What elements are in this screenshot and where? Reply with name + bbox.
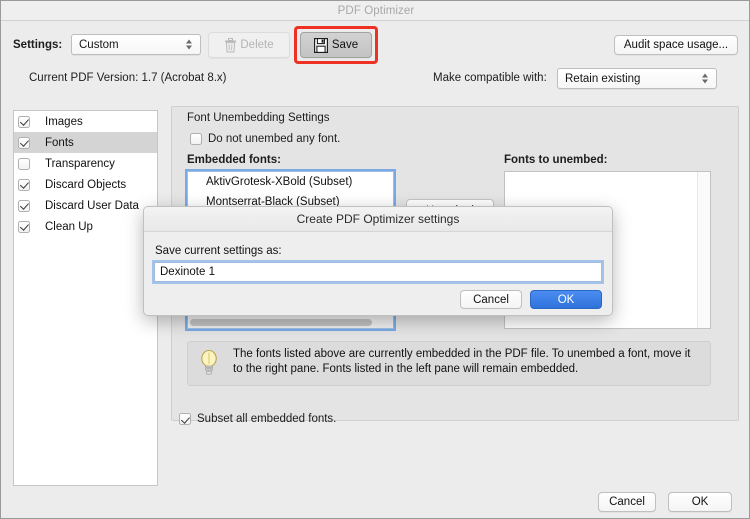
delete-button-label: Delete — [240, 39, 274, 51]
category-label: Discard Objects — [45, 178, 127, 191]
audit-space-usage-label: Audit space usage... — [623, 39, 729, 51]
category-item-discard-objects[interactable]: Discard Objects — [14, 174, 157, 195]
tip-text: The fonts listed above are currently emb… — [233, 348, 691, 375]
delete-button[interactable]: Delete — [208, 32, 290, 58]
trash-icon — [225, 37, 237, 52]
current-pdf-version-text: Current PDF Version: 1.7 (Acrobat 8.x) — [29, 72, 227, 84]
dialog-header: Create PDF Optimizer settings — [144, 207, 612, 232]
subset-all-fonts-row[interactable]: Subset all embedded fonts. — [179, 413, 336, 425]
category-label: Discard User Data — [45, 199, 139, 212]
make-compatible-dropdown[interactable]: Retain existing — [557, 68, 717, 89]
settings-label: Settings: — [13, 39, 63, 51]
settings-preset-dropdown[interactable]: Custom — [71, 34, 201, 55]
do-not-unembed-checkbox[interactable] — [190, 133, 202, 145]
cancel-button-label: Cancel — [609, 496, 645, 508]
dialog-ok-button[interactable]: OK — [530, 290, 602, 309]
vertical-scrollbar[interactable] — [697, 172, 710, 328]
lightbulb-icon — [201, 349, 217, 375]
chevron-updown-icon — [701, 72, 709, 85]
dialog-prompt-label: Save current settings as: — [155, 245, 282, 257]
category-checkbox[interactable] — [18, 178, 30, 191]
window-titlebar: PDF Optimizer — [1, 1, 749, 21]
window-title: PDF Optimizer — [337, 4, 415, 17]
category-item-discard-user-data[interactable]: Discard User Data — [14, 195, 157, 216]
category-item-clean-up[interactable]: Clean Up — [14, 216, 157, 237]
category-checkbox[interactable] — [18, 220, 30, 233]
settings-preset-value: Custom — [79, 38, 119, 51]
dialog-cancel-button[interactable]: Cancel — [460, 290, 522, 309]
make-compatible-label: Make compatible with: — [433, 72, 547, 84]
list-item[interactable]: AktivGrotesk-XBold (Subset) — [188, 172, 393, 192]
category-label: Clean Up — [45, 220, 93, 233]
ok-button[interactable]: OK — [668, 492, 732, 512]
fonts-to-unembed-label: Fonts to unembed: — [504, 154, 608, 166]
settings-name-input[interactable] — [154, 262, 602, 282]
audit-space-usage-button[interactable]: Audit space usage... — [614, 35, 738, 55]
category-checkbox[interactable] — [18, 199, 30, 212]
make-compatible-value: Retain existing — [565, 72, 641, 85]
do-not-unembed-row[interactable]: Do not unembed any font. — [190, 133, 340, 145]
category-list[interactable]: Images Fonts Transparency Discard Object… — [13, 110, 158, 486]
embedded-fonts-label: Embedded fonts: — [187, 154, 281, 166]
floppy-disk-icon — [313, 37, 328, 53]
save-button-label: Save — [331, 39, 359, 51]
dialog-title: Create PDF Optimizer settings — [296, 212, 460, 226]
category-item-transparency[interactable]: Transparency — [14, 153, 157, 174]
category-checkbox[interactable] — [18, 115, 30, 128]
ok-button-label: OK — [691, 496, 709, 508]
cancel-button[interactable]: Cancel — [598, 492, 656, 512]
create-settings-dialog: Create PDF Optimizer settings Save curre… — [143, 206, 613, 316]
category-item-fonts[interactable]: Fonts — [14, 132, 157, 153]
subset-all-fonts-label: Subset all embedded fonts. — [197, 413, 337, 425]
category-checkbox[interactable] — [18, 136, 30, 149]
dialog-cancel-label: Cancel — [473, 293, 509, 306]
save-button[interactable]: Save — [300, 32, 372, 58]
subset-all-fonts-checkbox[interactable] — [179, 413, 191, 425]
category-checkbox[interactable] — [18, 157, 30, 170]
category-label: Images — [45, 115, 83, 128]
horizontal-scrollbar[interactable] — [188, 315, 393, 328]
category-label: Transparency — [45, 157, 115, 170]
pdf-optimizer-window: PDF Optimizer Settings: Custom Delete Sa… — [0, 0, 750, 519]
chevron-updown-icon — [185, 38, 193, 51]
scrollbar-thumb[interactable] — [190, 319, 372, 326]
category-label: Fonts — [45, 136, 74, 149]
font-settings-title: Font Unembedding Settings — [187, 112, 330, 124]
do-not-unembed-label: Do not unembed any font. — [208, 133, 341, 145]
dialog-ok-label: OK — [557, 293, 575, 306]
category-item-images[interactable]: Images — [14, 111, 157, 132]
